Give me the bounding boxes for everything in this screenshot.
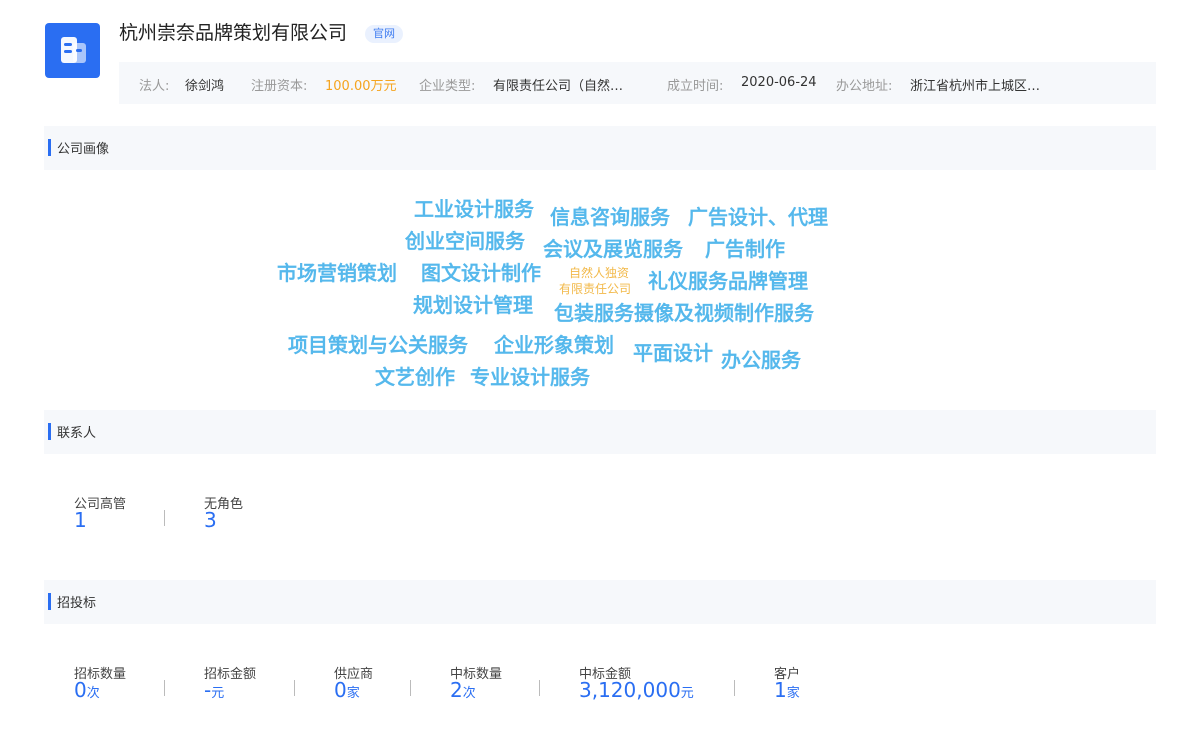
tag-word: 信息咨询服务	[550, 205, 670, 229]
official-site-badge[interactable]: 官网	[365, 25, 403, 43]
tag-word: 规划设计管理	[413, 293, 533, 317]
tag-word: 创业空间服务	[405, 229, 525, 253]
tag-word: 企业形象策划	[494, 333, 614, 357]
legal-person-label: 法人:	[139, 79, 170, 94]
company-info-bar: 法人: 徐剑鸿 注册资本: 100.00万元 企业类型: 有限责任公司（自然… …	[119, 62, 1156, 104]
stat-value: -元	[204, 678, 225, 702]
stat-divider	[410, 680, 411, 696]
tag-word: 文艺创作	[375, 365, 455, 389]
tag-word: 广告设计、代理	[688, 205, 828, 229]
stat-divider	[164, 510, 165, 526]
company-logo	[45, 23, 100, 78]
contacts-title: 联系人	[57, 426, 97, 441]
tag-word: 办公服务	[721, 348, 801, 372]
registered-capital-label: 注册资本:	[251, 79, 308, 94]
stat-value: 1	[74, 508, 87, 532]
address-value: 浙江省杭州市上城区…	[910, 79, 1041, 94]
section-accent-bar	[48, 423, 51, 440]
stat-divider	[294, 680, 295, 696]
tag-word: 平面设计	[633, 341, 713, 365]
tag-word: 图文设计制作	[421, 261, 541, 285]
tag-word: 自然人独资	[569, 266, 630, 280]
stat-value: 0次	[74, 678, 100, 702]
stat-divider	[539, 680, 540, 696]
stat-value: 3	[204, 508, 217, 532]
legal-person-value[interactable]: 徐剑鸿	[185, 75, 224, 94]
company-type-value: 有限责任公司（自然…	[493, 79, 624, 94]
portrait-title: 公司画像	[57, 142, 110, 157]
tag-word: 有限责任公司	[559, 282, 632, 296]
stat-divider	[164, 680, 165, 696]
bidding-title: 招投标	[57, 596, 97, 611]
founded-label: 成立时间:	[667, 79, 724, 94]
tag-word: 工业设计服务	[414, 197, 534, 221]
address-label: 办公地址:	[836, 79, 893, 94]
section-accent-bar	[48, 139, 51, 156]
tag-word: 广告制作	[705, 237, 785, 261]
company-type-label: 企业类型:	[419, 79, 476, 94]
stat-divider	[734, 680, 735, 696]
tag-word: 专业设计服务	[470, 365, 590, 389]
founded-value: 2020-06-24	[741, 75, 817, 90]
stat-value: 3,120,000元	[579, 678, 694, 702]
tag-word: 市场营销策划	[277, 261, 397, 285]
tag-word: 礼仪服务品牌管理	[648, 269, 808, 293]
section-accent-bar	[48, 593, 51, 610]
stat-value: 2次	[450, 678, 476, 702]
building-icon	[61, 37, 86, 63]
tag-word: 会议及展览服务	[543, 237, 683, 261]
stat-value: 0家	[334, 678, 360, 702]
contacts-section-header: 联系人	[44, 410, 1156, 454]
tag-word: 项目策划与公关服务	[288, 333, 468, 357]
registered-capital-value: 100.00万元	[325, 79, 397, 94]
company-name: 杭州崇奈品牌策划有限公司	[119, 22, 348, 44]
bidding-section-header: 招投标	[44, 580, 1156, 624]
stat-value: 1家	[774, 678, 800, 702]
tag-word: 包装服务摄像及视频制作服务	[554, 301, 814, 325]
portrait-section-header: 公司画像	[44, 126, 1156, 170]
